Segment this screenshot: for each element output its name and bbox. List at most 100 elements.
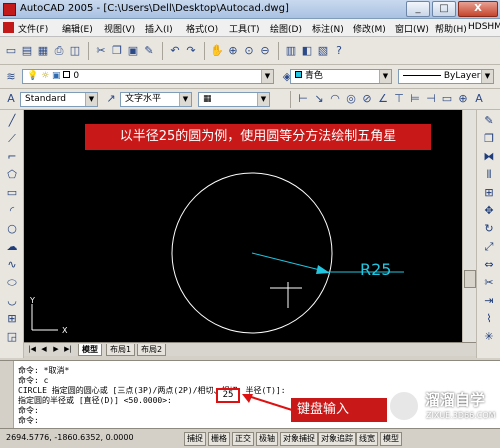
polyline-icon[interactable]: ⌐ [5, 150, 19, 164]
scrollbar-thumb[interactable] [464, 270, 476, 288]
rotate-icon[interactable]: ↻ [482, 222, 496, 236]
break-icon[interactable]: ⌇ [482, 312, 496, 326]
design-center-icon[interactable]: ◧ [300, 44, 314, 58]
menu-modify[interactable]: 修改(M) [353, 22, 386, 35]
restore-button[interactable]: □ [432, 1, 456, 17]
document-icon[interactable] [3, 22, 14, 33]
text-style-dropdown[interactable]: Standard ▼ [20, 92, 98, 107]
menu-dimension[interactable]: 标注(N) [312, 22, 344, 35]
menu-window[interactable]: 窗口(W) [395, 22, 429, 35]
explode-icon[interactable]: ✳ [482, 330, 496, 344]
model-toggle[interactable]: 模型 [380, 432, 402, 446]
prev-tab-icon[interactable]: ◀ [38, 344, 50, 355]
erase-icon[interactable]: ✎ [482, 114, 496, 128]
zoom-window-icon[interactable]: ⊙ [242, 44, 256, 58]
zoom-realtime-icon[interactable]: ⊕ [226, 44, 240, 58]
arc-length-icon[interactable]: ◠ [328, 92, 342, 106]
properties-icon[interactable]: ▥ [284, 44, 298, 58]
dim-style-dropdown[interactable]: 文字水平 ▼ [120, 92, 192, 107]
copy-object-icon[interactable]: ❐ [482, 132, 496, 146]
undo-icon[interactable]: ↶ [168, 44, 182, 58]
text-style-icon[interactable]: A [4, 92, 18, 106]
ellipse-icon[interactable]: ⬭ [5, 276, 19, 290]
menu-draw[interactable]: 绘图(D) [270, 22, 302, 35]
construction-line-icon[interactable]: ⟋ [5, 132, 19, 146]
trim-icon[interactable]: ✂ [482, 276, 496, 290]
new-file-icon[interactable]: ▭ [4, 44, 18, 58]
tab-layout1[interactable]: 布局1 [106, 344, 136, 356]
diameter-dim-icon[interactable]: ⊘ [360, 92, 374, 106]
spline-icon[interactable]: ∿ [5, 258, 19, 272]
extend-icon[interactable]: ⇥ [482, 294, 496, 308]
lineweight-toggle[interactable]: 线宽 [356, 432, 378, 446]
menu-hdshm[interactable]: HDSHM [468, 22, 500, 32]
layer-manager-icon[interactable]: ≋ [4, 70, 18, 84]
ortho-toggle[interactable]: 正交 [232, 432, 254, 446]
circle-icon[interactable]: ○ [5, 222, 19, 236]
otrack-toggle[interactable]: 对象追踪 [318, 432, 356, 446]
array-icon[interactable]: ⊞ [482, 186, 496, 200]
save-icon[interactable]: ▦ [36, 44, 50, 58]
menu-format[interactable]: 格式(O) [186, 22, 218, 35]
tab-model[interactable]: 模型 [78, 344, 102, 356]
zoom-previous-icon[interactable]: ⊖ [258, 44, 272, 58]
angular-dim-icon[interactable]: ∠ [376, 92, 390, 106]
polar-toggle[interactable]: 极轴 [256, 432, 278, 446]
last-tab-icon[interactable]: ▶| [62, 344, 74, 355]
plot-preview-icon[interactable]: ◫ [68, 44, 82, 58]
menu-help[interactable]: 帮助(H) [435, 22, 467, 35]
pan-icon[interactable]: ✋ [210, 44, 224, 58]
mirror-icon[interactable]: ⧓ [482, 150, 496, 164]
command-input-line[interactable]: 命令: [18, 415, 39, 426]
radius-dim-icon[interactable]: ◎ [344, 92, 358, 106]
minimize-button[interactable]: _ [406, 1, 430, 17]
table-style-dropdown[interactable]: ▦ ▼ [198, 92, 270, 107]
tab-layout2[interactable]: 布局2 [137, 344, 167, 356]
osnap-toggle[interactable]: 对象捕捉 [280, 432, 318, 446]
linetype-dropdown[interactable]: ByLayer ▼ [398, 69, 494, 84]
layer-dropdown[interactable]: 💡 ☼ ▣ 0 ▼ [22, 69, 274, 84]
line-icon[interactable]: ╱ [5, 114, 19, 128]
paste-icon[interactable]: ▣ [126, 44, 140, 58]
baseline-dim-icon[interactable]: ⊨ [408, 92, 422, 106]
grid-toggle[interactable]: 栅格 [208, 432, 230, 446]
linear-dim-icon[interactable]: ⊢ [296, 92, 310, 106]
command-window-grip[interactable] [0, 361, 14, 429]
move-icon[interactable]: ✥ [482, 204, 496, 218]
rectangle-icon[interactable]: ▭ [5, 186, 19, 200]
make-block-icon[interactable]: ◲ [5, 330, 19, 344]
close-button[interactable]: X [458, 1, 498, 17]
redo-icon[interactable]: ↷ [184, 44, 198, 58]
polygon-icon[interactable]: ⬠ [5, 168, 19, 182]
snap-toggle[interactable]: 捕捉 [184, 432, 206, 446]
aligned-dim-icon[interactable]: ↘ [312, 92, 326, 106]
dim-edit-icon[interactable]: A [472, 92, 486, 106]
continue-dim-icon[interactable]: ⊣ [424, 92, 438, 106]
ellipse-arc-icon[interactable]: ◡ [5, 294, 19, 308]
match-properties-icon[interactable]: ✎ [142, 44, 156, 58]
stretch-icon[interactable]: ⇔ [482, 258, 496, 272]
insert-block-icon[interactable]: ⊞ [5, 312, 19, 326]
menu-file[interactable]: 文件(F) [18, 22, 48, 35]
first-tab-icon[interactable]: |◀ [26, 344, 38, 355]
dim-style-icon[interactable]: ↗ [104, 92, 118, 106]
menu-view[interactable]: 视图(V) [104, 22, 135, 35]
print-icon[interactable]: ⎙ [52, 44, 66, 58]
scale-icon[interactable]: ⤢ [482, 240, 496, 254]
color-dropdown[interactable]: 青色 ▼ [290, 69, 392, 84]
tool-palettes-icon[interactable]: ▧ [316, 44, 330, 58]
revision-cloud-icon[interactable]: ☁ [5, 240, 19, 254]
help-icon[interactable]: ? [332, 44, 346, 58]
offset-icon[interactable]: ⫴ [482, 168, 496, 182]
open-file-icon[interactable]: ▤ [20, 44, 34, 58]
quick-dim-icon[interactable]: ⊤ [392, 92, 406, 106]
tolerance-icon[interactable]: ▭ [440, 92, 454, 106]
next-tab-icon[interactable]: ▶ [50, 344, 62, 355]
vertical-scrollbar[interactable] [462, 110, 476, 342]
copy-icon[interactable]: ❐ [110, 44, 124, 58]
menu-edit[interactable]: 编辑(E) [62, 22, 93, 35]
menu-insert[interactable]: 插入(I) [145, 22, 173, 35]
cut-icon[interactable]: ✂ [94, 44, 108, 58]
center-mark-icon[interactable]: ⊕ [456, 92, 470, 106]
arc-icon[interactable]: ◜ [5, 204, 19, 218]
